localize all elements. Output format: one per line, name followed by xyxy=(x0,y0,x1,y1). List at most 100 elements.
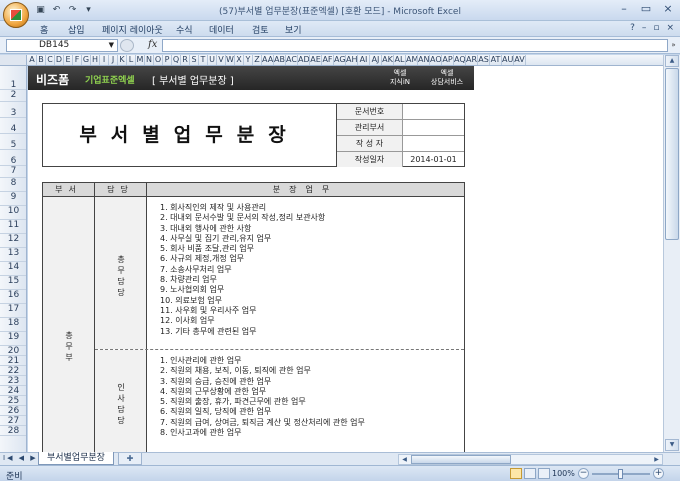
column-header[interactable]: Y xyxy=(244,55,253,65)
office-button[interactable] xyxy=(3,2,29,28)
column-header[interactable]: J xyxy=(109,55,118,65)
column-header[interactable]: AB xyxy=(274,55,286,65)
select-all-corner[interactable] xyxy=(0,55,27,65)
column-header[interactable]: H xyxy=(91,55,100,65)
tab-home[interactable]: 홈 xyxy=(40,23,48,36)
row-header[interactable]: 25 xyxy=(0,396,26,406)
ribbon-restore-icon[interactable]: ▫ xyxy=(653,23,659,33)
name-box-dropdown-icon[interactable]: ▼ xyxy=(109,40,114,51)
column-header[interactable]: L xyxy=(127,55,136,65)
scroll-right-icon[interactable]: ▶ xyxy=(651,455,662,464)
excel-consult-button[interactable]: 엑셀 상담서비스 xyxy=(426,66,468,90)
column-header[interactable]: T xyxy=(199,55,208,65)
column-header[interactable]: Z xyxy=(253,55,262,65)
column-header[interactable]: K xyxy=(118,55,127,65)
column-header[interactable]: AI xyxy=(358,55,370,65)
duty-list-general[interactable]: 1. 회사직인의 제작 및 사용관리 2. 대내외 문서수발 및 문서의 작성,… xyxy=(147,197,464,349)
ribbon-minimize-icon[interactable]: – xyxy=(642,23,647,33)
help-icon[interactable]: ? xyxy=(630,23,635,33)
name-box[interactable]: DB145 ▼ xyxy=(6,39,118,52)
column-header[interactable]: AS xyxy=(478,55,490,65)
column-header[interactable]: AE xyxy=(310,55,322,65)
insert-sheet-icon[interactable]: ✚ xyxy=(118,453,142,465)
row-header[interactable]: 4 xyxy=(0,118,26,134)
column-header[interactable]: AU xyxy=(502,55,514,65)
tab-page-layout[interactable]: 페이지 레이아웃 xyxy=(102,23,163,36)
row-header[interactable]: 5 xyxy=(0,134,26,150)
sheet-tab-active[interactable]: 부서별업무분장 xyxy=(38,452,114,465)
zoom-level[interactable]: 100% xyxy=(552,469,575,478)
column-header[interactable]: X xyxy=(235,55,244,65)
ribbon-close-icon[interactable]: × xyxy=(666,23,674,33)
column-header[interactable]: W xyxy=(226,55,235,65)
horizontal-scrollbar[interactable]: ◀ ▶ xyxy=(398,454,663,465)
column-header[interactable]: AD xyxy=(298,55,310,65)
row-header[interactable]: 19 xyxy=(0,332,26,346)
column-header[interactable]: AF xyxy=(322,55,334,65)
column-header[interactable]: AK xyxy=(382,55,394,65)
scroll-down-icon[interactable]: ▼ xyxy=(665,439,679,451)
column-header[interactable]: AA xyxy=(262,55,274,65)
column-header[interactable]: R xyxy=(181,55,190,65)
page-break-view-icon[interactable] xyxy=(538,468,550,479)
row-header[interactable]: 28 xyxy=(0,426,26,436)
row-header[interactable]: 24 xyxy=(0,386,26,396)
expand-formula-bar-icon[interactable]: » xyxy=(669,39,678,52)
column-header[interactable]: A xyxy=(28,55,37,65)
row-header[interactable]: 6 xyxy=(0,150,26,166)
column-header[interactable]: P xyxy=(163,55,172,65)
tab-review[interactable]: 검토 xyxy=(252,23,269,36)
page-layout-view-icon[interactable] xyxy=(524,468,536,479)
column-header[interactable]: F xyxy=(73,55,82,65)
row-header[interactable]: 18 xyxy=(0,318,26,332)
column-header[interactable]: AM xyxy=(406,55,418,65)
field-value[interactable] xyxy=(403,120,464,135)
vertical-scrollbar[interactable]: ▲ ▼ xyxy=(663,55,680,452)
formula-input[interactable] xyxy=(162,39,668,52)
tab-data[interactable]: 데이터 xyxy=(209,23,234,36)
column-header[interactable]: AN xyxy=(418,55,430,65)
row-header[interactable]: 27 xyxy=(0,416,26,426)
row-header[interactable]: 9 xyxy=(0,192,26,206)
restore-icon[interactable]: ▭ xyxy=(638,2,654,16)
column-header[interactable]: AT xyxy=(490,55,502,65)
worksheet-grid[interactable]: 비즈폼 기업표준엑셀 [ 부서별 업무분장 ] 엑셀 지식iN 엑셀 상담서비스… xyxy=(28,66,663,452)
row-header[interactable]: 8 xyxy=(0,178,26,192)
column-header[interactable]: AQ xyxy=(454,55,466,65)
column-header[interactable]: N xyxy=(145,55,154,65)
column-header[interactable]: S xyxy=(190,55,199,65)
zoom-out-icon[interactable]: − xyxy=(578,468,589,479)
dept-cell[interactable]: 총 무 부 xyxy=(43,197,95,452)
row-header[interactable]: 26 xyxy=(0,406,26,416)
column-header[interactable]: V xyxy=(217,55,226,65)
scroll-left-icon[interactable]: ◀ xyxy=(399,455,410,464)
row-header[interactable]: 13 xyxy=(0,248,26,262)
column-header[interactable]: M xyxy=(136,55,145,65)
field-value[interactable] xyxy=(403,136,464,151)
normal-view-icon[interactable] xyxy=(510,468,522,479)
column-header[interactable]: AV xyxy=(514,55,526,65)
row-header[interactable]: 23 xyxy=(0,376,26,386)
row-header[interactable]: 14 xyxy=(0,262,26,276)
row-header[interactable]: 1 xyxy=(0,66,26,90)
row-header[interactable]: 22 xyxy=(0,366,26,376)
row-header[interactable]: 20 xyxy=(0,346,26,356)
column-header[interactable]: AG xyxy=(334,55,346,65)
field-value[interactable] xyxy=(403,104,464,119)
column-header[interactable]: AP xyxy=(442,55,454,65)
row-header[interactable]: 12 xyxy=(0,234,26,248)
tab-view[interactable]: 보기 xyxy=(285,23,302,36)
column-header[interactable]: AO xyxy=(430,55,442,65)
row-header[interactable]: 11 xyxy=(0,220,26,234)
resp-cell-hr[interactable]: 인 사 담 당 xyxy=(95,350,147,452)
column-header[interactable]: Q xyxy=(172,55,181,65)
column-header[interactable]: O xyxy=(154,55,163,65)
scroll-up-icon[interactable]: ▲ xyxy=(665,55,679,67)
horizontal-scroll-thumb[interactable] xyxy=(411,455,511,464)
excel-knowledge-button[interactable]: 엑셀 지식iN xyxy=(379,66,421,90)
column-header[interactable]: E xyxy=(64,55,73,65)
column-header[interactable]: AL xyxy=(394,55,406,65)
vertical-scroll-thumb[interactable] xyxy=(665,68,679,240)
minimize-icon[interactable]: – xyxy=(616,2,632,16)
column-header[interactable]: I xyxy=(100,55,109,65)
